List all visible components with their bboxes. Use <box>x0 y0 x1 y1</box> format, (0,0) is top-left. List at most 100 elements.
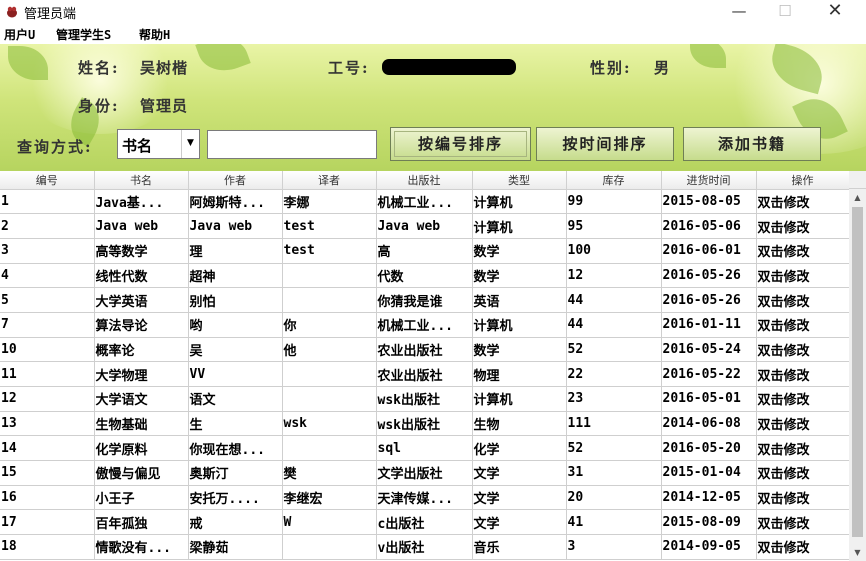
cell-category: 生物 <box>472 411 567 437</box>
app-icon <box>7 6 17 18</box>
table-row[interactable]: 13 生物基础生 wsk wsk出版社 生物 111 2014-06-08 双击修改 <box>0 411 849 437</box>
cell-author: Java web <box>188 213 283 239</box>
menu-manage-students[interactable]: 管理学生S <box>56 26 111 43</box>
vertical-scrollbar[interactable]: ▲ ▼ <box>849 189 866 561</box>
employee-id-label: 工号: <box>328 59 370 77</box>
cell-action[interactable]: 双击修改 <box>756 189 849 215</box>
cell-title: 小王子 <box>94 485 189 511</box>
column-header-category[interactable]: 类型 <box>472 171 567 190</box>
table-row[interactable]: 4 线性代数 超神 代数 数学 12 2016-05-26 双击修改 <box>0 263 849 289</box>
cell-purchase-date: 2016-05-06 <box>661 213 757 239</box>
column-header-stock[interactable]: 库存 <box>566 171 662 190</box>
cell-stock: 3 <box>566 534 662 560</box>
sort-by-id-button[interactable]: 按编号排序 <box>390 127 531 161</box>
cell-translator <box>282 435 377 462</box>
minimize-button[interactable]: — <box>716 0 762 24</box>
table-row[interactable]: 1 Java基... 阿姆斯特... 李娜 机械工业... 计算机 99 2015-08-05… <box>0 189 849 215</box>
menu-user[interactable]: 用户U <box>4 26 35 43</box>
scroll-down-icon[interactable]: ▼ <box>849 544 866 561</box>
gender-value: 男 <box>654 59 671 77</box>
sort-by-time-button[interactable]: 按时间排序 <box>536 127 674 161</box>
table-row[interactable]: 3 高等数学理 test 高数学 100 2016-06-01 双击修改 <box>0 238 849 264</box>
cell-translator: 樊 <box>282 460 377 486</box>
cell-purchase-date: 2016-05-24 <box>661 337 757 363</box>
table-row[interactable]: 18 情歌没有... 梁静茹 v出版社 音乐 3 2014-09-05 双击修改 <box>0 534 849 560</box>
cell-action[interactable]: 双击修改 <box>756 534 849 560</box>
cell-title: Java基... <box>94 189 189 215</box>
title-bar: 管理员端 — ☐ ✕ <box>0 0 866 24</box>
leaf-decoration <box>195 44 251 79</box>
maximize-button[interactable]: ☐ <box>762 0 808 24</box>
menu-bar: 用户U 管理学生S 帮助H <box>0 24 866 44</box>
cell-title: 线性代数 <box>94 263 189 289</box>
cell-action[interactable]: 双击修改 <box>756 361 849 387</box>
cell-action[interactable]: 双击修改 <box>756 460 849 486</box>
cell-action[interactable]: 双击修改 <box>756 312 849 338</box>
cell-purchase-date: 2016-05-01 <box>661 386 757 412</box>
column-header-action[interactable]: 操作 <box>756 171 849 190</box>
scroll-thumb[interactable] <box>852 207 863 537</box>
search-input[interactable] <box>207 130 377 159</box>
cell-publisher: 你猜我是谁 <box>376 287 473 313</box>
column-header-author[interactable]: 作者 <box>188 171 283 190</box>
cell-publisher: Java web <box>376 213 473 239</box>
cell-author: 理 <box>188 238 283 264</box>
cell-publisher: 天津传媒... <box>376 485 473 511</box>
table-row[interactable]: 14 化学原料 你现在想... sql 化学 52 2016-05-20 双击修改 <box>0 435 849 462</box>
name-value: 吴树楷 <box>140 59 189 77</box>
cell-publisher: 机械工业... <box>376 189 473 215</box>
cell-purchase-date: 2016-05-22 <box>661 361 757 387</box>
query-method-select[interactable]: 书名 ▼ <box>117 129 200 159</box>
cell-action[interactable]: 双击修改 <box>756 263 849 289</box>
cell-action[interactable]: 双击修改 <box>756 238 849 264</box>
column-header-id[interactable]: 编号 <box>0 171 95 190</box>
cell-category: 数学 <box>472 263 567 289</box>
cell-purchase-date: 2014-06-08 <box>661 411 757 437</box>
cell-stock: 20 <box>566 485 662 511</box>
cell-id: 3 <box>0 238 95 264</box>
cell-category: 计算机 <box>472 312 567 338</box>
add-book-button[interactable]: 添加书籍 <box>683 127 821 161</box>
table-row[interactable]: 10 概率论吴他农业出版社 数学 52 2016-05-24 双击修改 <box>0 337 849 363</box>
cell-purchase-date: 2015-08-05 <box>661 189 757 215</box>
table-row[interactable]: 2 Java web Java web test Java web 计算机 95 2016-0… <box>0 213 849 239</box>
column-header-translator[interactable]: 译者 <box>282 171 377 190</box>
table-row[interactable]: 16 小王子 安托万.... 李继宏 天津传媒... 文学 20 2014-12-05 双击修改 <box>0 485 849 511</box>
cell-title: 算法导论 <box>94 312 189 338</box>
cell-author: 超神 <box>188 263 283 289</box>
cell-id: 16 <box>0 485 95 511</box>
cell-action[interactable]: 双击修改 <box>756 411 849 437</box>
cell-action[interactable]: 双击修改 <box>756 287 849 313</box>
books-table[interactable]: 编号 书名 作者 译者 出版社 类型 库存 进货时间 操作 1 Java基... 阿姆斯特... 李娜… <box>0 171 849 561</box>
cell-action[interactable]: 双击修改 <box>756 386 849 412</box>
cell-action[interactable]: 双击修改 <box>756 485 849 511</box>
table-row[interactable]: 12 大学语文 语文 wsk出版社 计算机 23 2016-05-01 双击修改 <box>0 386 849 412</box>
menu-help[interactable]: 帮助H <box>139 26 170 43</box>
table-row[interactable]: 5 大学英语 别怕 你猜我是谁 英语 44 2016-05-26 双击修改 <box>0 287 849 313</box>
cell-publisher: 高 <box>376 238 473 264</box>
cell-purchase-date: 2014-09-05 <box>661 534 757 560</box>
cell-action[interactable]: 双击修改 <box>756 337 849 363</box>
cell-translator <box>282 263 377 289</box>
cell-id: 5 <box>0 287 95 313</box>
table-row[interactable]: 11 大学物理 VV 农业出版社 物理 22 2016-05-22 双击修改 <box>0 361 849 387</box>
column-header-publisher[interactable]: 出版社 <box>376 171 473 190</box>
close-button[interactable]: ✕ <box>812 0 858 24</box>
cell-title: Java web <box>94 213 189 239</box>
cell-action[interactable]: 双击修改 <box>756 435 849 462</box>
cell-stock: 44 <box>566 312 662 338</box>
scroll-up-icon[interactable]: ▲ <box>849 189 866 206</box>
role-label: 身份: <box>78 97 120 115</box>
cell-action[interactable]: 双击修改 <box>756 509 849 536</box>
dropdown-arrow-icon[interactable]: ▼ <box>181 130 199 158</box>
cell-stock: 41 <box>566 509 662 536</box>
table-row[interactable]: 15 傲慢与偏见 奥斯汀樊文学出版社 文学 31 2015-01-04 双击修改 <box>0 460 849 486</box>
table-row[interactable]: 7 算法导论哟你机械工业... 计算机 44 2016-01-11 双击修改 <box>0 312 849 338</box>
cell-translator: test <box>282 213 377 239</box>
column-header-purchase-date[interactable]: 进货时间 <box>661 171 757 190</box>
cell-author: 你现在想... <box>188 435 283 462</box>
column-header-title[interactable]: 书名 <box>94 171 189 190</box>
table-row[interactable]: 17 百年孤独戒 Wc出版社 文学 41 2015-08-09 双击修改 <box>0 509 849 536</box>
cell-action[interactable]: 双击修改 <box>756 213 849 239</box>
cell-category: 文学 <box>472 460 567 486</box>
